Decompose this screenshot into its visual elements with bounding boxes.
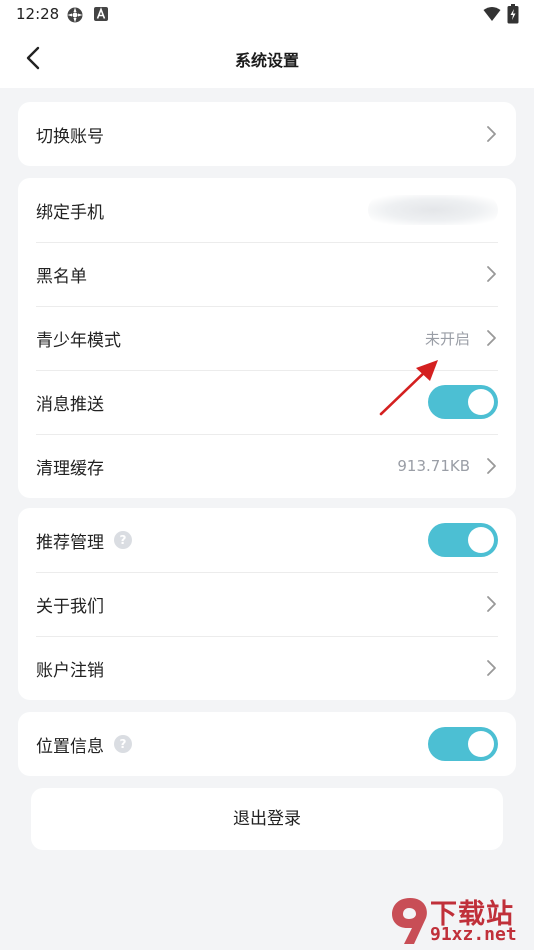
- toggle-knob: [468, 389, 494, 415]
- location-sync-icon: [67, 7, 83, 23]
- row-recommendation-management: 推荐管理 ?: [18, 508, 516, 572]
- help-icon[interactable]: ?: [114, 735, 132, 753]
- row-switch-account[interactable]: 切换账号: [18, 102, 516, 166]
- toggle-knob: [468, 527, 494, 553]
- page-title: 系统设置: [234, 51, 299, 70]
- battery-charging-icon: [507, 4, 519, 24]
- row-label: 关于我们: [36, 596, 104, 617]
- recommendation-toggle[interactable]: [428, 523, 498, 557]
- nav-bar: 系统设置: [0, 30, 534, 88]
- row-label: 切换账号: [36, 126, 104, 147]
- help-icon[interactable]: ?: [114, 531, 132, 549]
- blurred-phone-value: [368, 195, 498, 225]
- watermark: 下载站 91xz.net: [390, 892, 530, 948]
- row-label: 位置信息: [36, 736, 104, 757]
- row-bind-phone[interactable]: 绑定手机: [18, 178, 516, 242]
- chevron-right-icon: [487, 330, 496, 346]
- row-label: 清理缓存: [36, 458, 104, 479]
- toggle-knob: [468, 731, 494, 757]
- chevron-right-icon: [487, 660, 496, 676]
- chevron-right-icon: [487, 596, 496, 612]
- row-delete-account[interactable]: 账户注销: [18, 636, 516, 700]
- settings-group-account: 切换账号: [18, 102, 516, 166]
- chevron-right-icon: [487, 126, 496, 142]
- row-label: 黑名单: [36, 266, 87, 287]
- cache-size: 913.71KB: [397, 457, 470, 475]
- watermark-logo-icon: [392, 898, 427, 944]
- status-bar: 12:28: [0, 0, 534, 30]
- a-badge-icon: [94, 7, 108, 21]
- settings-group-general: 绑定手机 黑名单 青少年模式 未开启 消息推送 清理缓存 913.71KB: [18, 178, 516, 498]
- row-label: 青少年模式: [36, 330, 121, 351]
- settings-group-about: 推荐管理 ? 关于我们 账户注销: [18, 508, 516, 700]
- row-location-info: 位置信息 ?: [18, 712, 516, 776]
- row-label: 账户注销: [36, 660, 104, 681]
- row-label: 推荐管理: [36, 532, 104, 553]
- row-label: 消息推送: [36, 394, 104, 415]
- row-blacklist[interactable]: 黑名单: [18, 242, 516, 306]
- location-toggle[interactable]: [428, 727, 498, 761]
- chevron-right-icon: [487, 458, 496, 474]
- teen-mode-status: 未开启: [424, 329, 470, 348]
- chevron-right-icon: [487, 266, 496, 282]
- row-label: 绑定手机: [36, 202, 104, 223]
- logout-button[interactable]: 退出登录: [31, 788, 503, 850]
- watermark-url: 91xz.net: [430, 924, 517, 945]
- wifi-icon: [483, 7, 501, 21]
- settings-group-location: 位置信息 ?: [18, 712, 516, 776]
- status-time: 12:28: [16, 5, 60, 23]
- annotation-arrow-icon: [379, 360, 438, 416]
- row-about-us[interactable]: 关于我们: [18, 572, 516, 636]
- row-clear-cache[interactable]: 清理缓存 913.71KB: [18, 434, 516, 498]
